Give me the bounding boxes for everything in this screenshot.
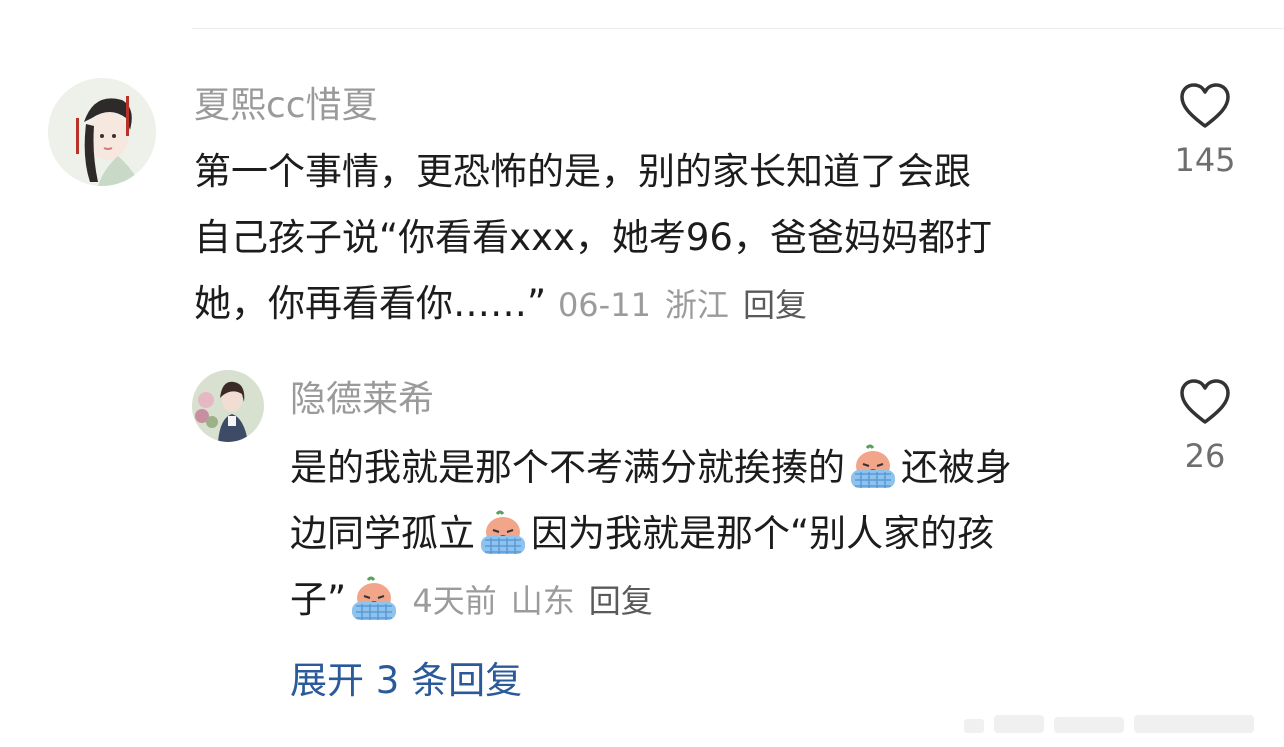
watermark-icon <box>964 715 1254 733</box>
reply-text-line-1b: 还被身 <box>901 446 1012 489</box>
reply-text-line-1: 是的我就是那个不考满分就挨揍的 还被身 <box>290 444 1012 490</box>
crying-face-emoji-icon <box>481 510 525 554</box>
comment-meta: 06-11 浙江 回复 <box>558 286 821 324</box>
comment-text-line-3: 她，你再看看你……” <box>194 282 547 325</box>
crying-face-emoji-icon <box>851 444 895 488</box>
reply-meta: 4天前 山东 回复 <box>402 582 667 620</box>
reply-text-line-2: 边同学孤立 因为我就是那个“别人家的孩 <box>290 510 994 556</box>
heart-outline-icon <box>1180 379 1230 424</box>
crying-face-emoji-icon <box>352 576 397 620</box>
reply-text-line-2b: 因为我就是那个“别人家的孩 <box>531 512 995 555</box>
reply-like-button[interactable]: 26 <box>1160 378 1250 476</box>
comment-text-line-2: 自己孩子说“你看看xxx，她考96，爸爸妈妈都打 <box>194 216 992 259</box>
avatar[interactable] <box>48 78 156 186</box>
expand-replies-button[interactable]: 展开 3 条回复 <box>290 657 522 705</box>
comment-like-count: 145 <box>1174 141 1236 179</box>
reply-text-line-2a: 边同学孤立 <box>290 512 475 555</box>
reply-text-line-3a: 子” <box>290 578 347 621</box>
reply-avatar-photo-icon <box>192 370 264 442</box>
reply-text-line-3: 子” 4天前 山东 回复 <box>290 576 667 623</box>
reply-date: 4天前 <box>412 582 497 620</box>
avatar-illustration-icon <box>48 78 156 186</box>
reply-text-line-1a: 是的我就是那个不考满分就挨揍的 <box>290 446 845 489</box>
reply-reply-button[interactable]: 回复 <box>589 582 653 620</box>
reply-username[interactable]: 隐德莱希 <box>290 378 434 422</box>
heart-outline-icon <box>1180 83 1230 128</box>
comment-text-line-3-row: 她，你再看看你……” 06-11 浙江 回复 <box>194 282 821 327</box>
comment-username[interactable]: 夏熙cc惜夏 <box>194 84 378 128</box>
reply-like-count: 26 <box>1184 437 1226 475</box>
comment-text-line-1: 第一个事情，更恐怖的是，别的家长知道了会跟 <box>194 150 971 193</box>
reply-avatar[interactable] <box>192 370 264 442</box>
comment-location: 浙江 <box>664 286 729 324</box>
reply-location: 山东 <box>510 582 575 620</box>
comment-reply-button[interactable]: 回复 <box>743 286 807 324</box>
comment-date: 06-11 <box>557 286 651 324</box>
comment-like-button[interactable]: 145 <box>1160 82 1250 180</box>
top-divider <box>192 28 1284 29</box>
